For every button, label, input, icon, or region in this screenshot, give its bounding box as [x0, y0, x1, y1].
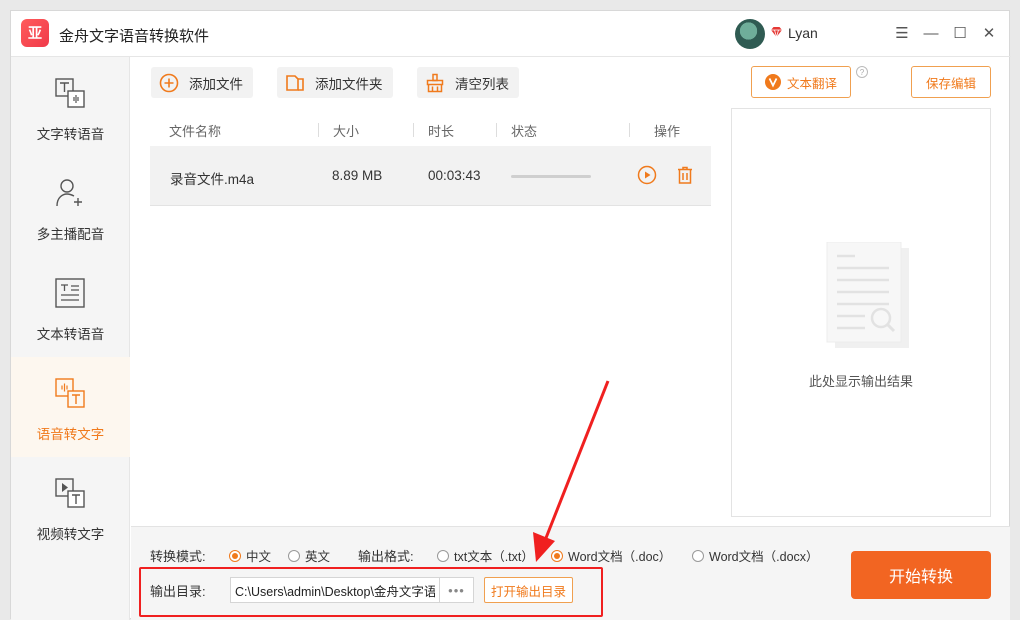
- sidebar-item-speech-to-text[interactable]: 语音转文字: [11, 357, 130, 457]
- column-header-status: 状态: [511, 124, 538, 139]
- radio-dot: [229, 549, 241, 562]
- output-result-panel[interactable]: 此处显示输出结果: [731, 108, 991, 517]
- add-file-label: 添加文件: [189, 76, 243, 92]
- radio-label: Word文档（.docx）: [709, 550, 819, 564]
- sidebar-item-text-to-speech[interactable]: 文字转语音: [11, 57, 130, 157]
- column-divider: [413, 123, 414, 137]
- output-placeholder: 此处显示输出结果: [808, 374, 913, 389]
- sidebar-item-label: 语音转文字: [36, 427, 105, 442]
- radio-label: txt文本（.txt）: [454, 550, 534, 564]
- maximize-button[interactable]: ☐: [948, 21, 972, 45]
- app-title: 金舟文字语音转换软件: [59, 28, 210, 45]
- format-radio-doc[interactable]: Word文档（.doc）: [551, 546, 671, 565]
- sidebar-item-document-to-speech[interactable]: 文本转语音: [11, 257, 130, 357]
- avatar[interactable]: [735, 19, 765, 49]
- radio-dot: [288, 549, 300, 562]
- translate-button[interactable]: 文本翻译: [751, 66, 851, 98]
- radio-dot: [437, 549, 449, 562]
- start-convert-button[interactable]: 开始转换: [851, 551, 991, 599]
- add-file-button[interactable]: 添加文件: [151, 67, 253, 98]
- sidebar-item-multi-voice[interactable]: 多主播配音: [11, 157, 130, 257]
- trash-icon[interactable]: [675, 165, 695, 185]
- table-row[interactable]: 录音文件.m4a 8.89 MB 00:03:43: [150, 146, 711, 206]
- conversion-progress-bar: [511, 175, 591, 178]
- format-label: 输出格式:: [358, 549, 414, 564]
- close-button[interactable]: ✕: [977, 21, 1001, 45]
- radio-label: 英文: [305, 550, 331, 564]
- column-header-duration: 时长: [428, 124, 455, 139]
- speech-to-text-icon: [55, 378, 85, 408]
- translate-label: 文本翻译: [786, 76, 837, 91]
- annotation-highlight-box: [139, 567, 603, 617]
- menu-icon[interactable]: ☰: [890, 21, 914, 45]
- column-header-actions: 操作: [654, 124, 681, 139]
- file-table-header: 文件名称 大小 时长 状态 操作: [150, 115, 711, 143]
- user-add-icon: [56, 179, 82, 207]
- clear-list-button[interactable]: 清空列表: [417, 67, 519, 98]
- app-logo: 亚: [21, 19, 49, 47]
- plus-circle-icon: [159, 73, 179, 92]
- sidebar: 文字转语音 多主播配音 文本转语音 语音转文字 视频转文字: [11, 57, 130, 620]
- file-duration: 00:03:43: [428, 168, 481, 183]
- gem-icon: [770, 26, 783, 41]
- column-divider: [496, 123, 497, 137]
- format-radio-docx[interactable]: Word文档（.docx）: [692, 546, 819, 565]
- add-folder-label: 添加文件夹: [315, 76, 383, 92]
- mode-label: 转换模式:: [150, 549, 206, 564]
- app-window: 亚 金舟文字语音转换软件 Lyan ☰ — ☐ ✕ 文字转语音 多主播配音 文本…: [10, 10, 1011, 620]
- sidebar-item-video-to-text[interactable]: 视频转文字: [11, 457, 130, 557]
- column-header-size: 大小: [333, 124, 360, 139]
- translate-icon: [764, 74, 781, 90]
- help-icon[interactable]: ?: [856, 66, 868, 78]
- radio-dot: [692, 549, 704, 562]
- radio-label: 中文: [246, 550, 272, 564]
- column-header-name: 文件名称: [169, 124, 222, 139]
- user-name[interactable]: Lyan: [788, 25, 818, 41]
- mode-radio-english[interactable]: 英文: [288, 546, 330, 565]
- radio-label: Word文档（.doc）: [568, 550, 672, 564]
- video-to-text-icon: [55, 478, 85, 508]
- folder-icon: [286, 74, 304, 91]
- sidebar-item-label: 文本转语音: [36, 327, 105, 342]
- play-icon[interactable]: [637, 165, 657, 185]
- minimize-button[interactable]: —: [919, 21, 943, 45]
- radio-dot: [551, 549, 563, 562]
- clear-list-label: 清空列表: [455, 76, 509, 92]
- title-bar: 亚 金舟文字语音转换软件 Lyan ☰ — ☐ ✕: [11, 11, 1011, 57]
- sidebar-item-label: 视频转文字: [36, 527, 105, 542]
- format-radio-txt[interactable]: txt文本（.txt）: [437, 546, 534, 565]
- document-icon: [55, 278, 85, 308]
- empty-document-icon: [826, 242, 909, 348]
- mode-radio-chinese[interactable]: 中文: [229, 546, 271, 565]
- add-folder-button[interactable]: 添加文件夹: [277, 67, 393, 98]
- file-name: 录音文件.m4a: [170, 172, 255, 187]
- file-size: 8.89 MB: [332, 168, 383, 183]
- text-to-speech-icon: [55, 78, 85, 108]
- broom-icon: [426, 73, 444, 92]
- sidebar-item-label: 文字转语音: [36, 127, 105, 142]
- column-divider: [629, 123, 630, 137]
- sidebar-item-label: 多主播配音: [36, 227, 105, 242]
- column-divider: [318, 123, 319, 137]
- save-edit-button[interactable]: 保存编辑: [911, 66, 991, 98]
